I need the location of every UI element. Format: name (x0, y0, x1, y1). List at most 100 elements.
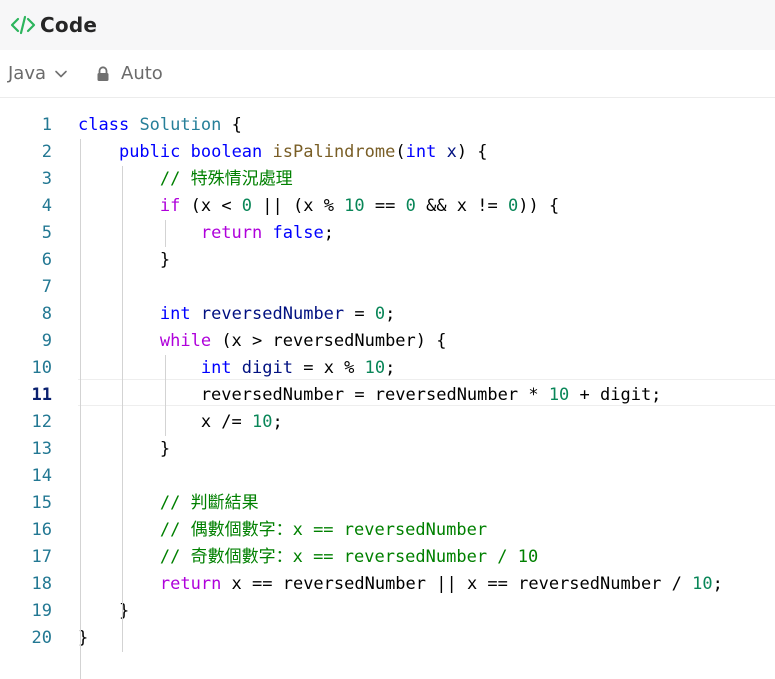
code-token: digit (241, 358, 293, 378)
code-line[interactable]: int digit = x % 10; (78, 355, 775, 382)
chevron-down-icon (55, 70, 67, 77)
code-line[interactable]: return x == reversedNumber || x == rever… (78, 571, 775, 598)
code-token: // 偶數個數字：x == reversedNumber (159, 520, 488, 540)
code-line[interactable]: reversedNumber = reversedNumber * 10 + d… (78, 382, 775, 409)
code-token: == (364, 196, 406, 216)
code-token: 10 (364, 358, 386, 378)
code-token: int (405, 142, 437, 162)
line-number: 15 (31, 493, 52, 513)
code-token: { (221, 115, 242, 135)
code-token: && x != (415, 196, 508, 216)
code-line[interactable]: if (x < 0 || (x % 10 == 0 && x != 0)) { (78, 193, 775, 220)
code-token: } (78, 250, 171, 270)
code-token: 0 (405, 196, 416, 216)
code-token: ( (395, 142, 406, 162)
code-panel-header: Code (0, 0, 775, 50)
code-line[interactable]: int reversedNumber = 0; (78, 301, 775, 328)
auto-mode-label: Auto (121, 63, 163, 84)
code-line[interactable]: while (x > reversedNumber) { (78, 328, 775, 355)
line-number: 14 (31, 466, 52, 486)
code-token: ; (385, 358, 396, 378)
line-number: 9 (41, 331, 52, 351)
code-token: // 奇數個數字：x == reversedNumber / 10 (159, 547, 539, 567)
line-number: 17 (31, 547, 52, 567)
code-token: 0 (374, 304, 386, 324)
code-line[interactable]: // 奇數個數字：x == reversedNumber / 10 (78, 544, 775, 571)
code-token: (x > reversedNumber) { (211, 331, 447, 351)
code-token: if (159, 196, 181, 216)
line-number: 10 (31, 358, 52, 378)
code-line[interactable] (78, 463, 775, 490)
panel-title: Code (40, 13, 98, 37)
indent-guide (122, 166, 123, 652)
code-line[interactable]: } (78, 598, 775, 625)
line-number: 18 (31, 574, 52, 594)
line-number: 7 (41, 277, 52, 297)
line-number: 16 (31, 520, 52, 540)
code-token: reversedNumber (200, 304, 345, 324)
code-line[interactable]: return false; (78, 220, 775, 247)
code-token: return (159, 574, 222, 594)
language-dropdown[interactable]: Java (8, 63, 68, 84)
code-token: reversedNumber = reversedNumber * (78, 385, 549, 405)
code-brackets-icon (10, 15, 36, 35)
code-token: + digit; (569, 385, 662, 405)
code-token: int (159, 304, 191, 324)
line-number: 12 (31, 412, 52, 432)
line-number: 20 (31, 628, 52, 648)
line-number: 8 (41, 304, 52, 324)
code-token: public (118, 142, 181, 162)
code-token: false (272, 223, 324, 243)
code-token: 0 (241, 196, 253, 216)
code-line[interactable]: class Solution { (78, 112, 775, 139)
code-line[interactable]: // 偶數個數字：x == reversedNumber (78, 517, 775, 544)
code-token: while (159, 331, 212, 351)
code-line[interactable] (78, 274, 775, 301)
code-editor[interactable]: 1 2 3 4 5 6 7 8 9 10 11 12 13 14 15 16 17 18 19 20 class So… (0, 98, 775, 679)
code-token: // 判斷結果 (159, 493, 259, 513)
code-token: isPalindrome (272, 142, 396, 162)
code-token: || (x % (252, 196, 345, 216)
code-token: 0 (507, 196, 519, 216)
code-token: ; (272, 412, 283, 432)
line-number: 19 (31, 601, 52, 621)
code-token: class (78, 115, 130, 135)
line-number: 3 (41, 169, 52, 189)
code-token: (x < (180, 196, 242, 216)
code-token: // 特殊情況處理 (159, 169, 293, 189)
code-area[interactable]: class Solution { public boolean isPalind… (78, 112, 775, 652)
code-token: 10 (548, 385, 570, 405)
code-line[interactable]: public boolean isPalindrome(int x) { (78, 139, 775, 166)
code-line[interactable]: // 判斷結果 (78, 490, 775, 517)
code-token: ; (323, 223, 334, 243)
code-token: 10 (344, 196, 365, 216)
code-line[interactable]: x /= 10; (78, 409, 775, 436)
code-token: return (200, 223, 263, 243)
code-token: 10 (692, 574, 713, 594)
code-token: x (446, 142, 457, 162)
code-line[interactable]: // 特殊情況處理 (78, 166, 775, 193)
code-token: 10 (252, 412, 273, 432)
code-line[interactable]: } (78, 436, 775, 463)
lock-icon (97, 65, 109, 81)
code-line[interactable]: } (78, 247, 775, 274)
auto-mode-indicator[interactable]: Auto (96, 63, 163, 84)
line-number: 2 (41, 142, 52, 162)
line-number-gutter: 1 2 3 4 5 6 7 8 9 10 11 12 13 14 15 16 17 18 19 20 (0, 112, 60, 652)
line-number: 6 (41, 250, 52, 270)
code-line[interactable]: } (78, 625, 775, 652)
line-number: 5 (41, 223, 52, 243)
